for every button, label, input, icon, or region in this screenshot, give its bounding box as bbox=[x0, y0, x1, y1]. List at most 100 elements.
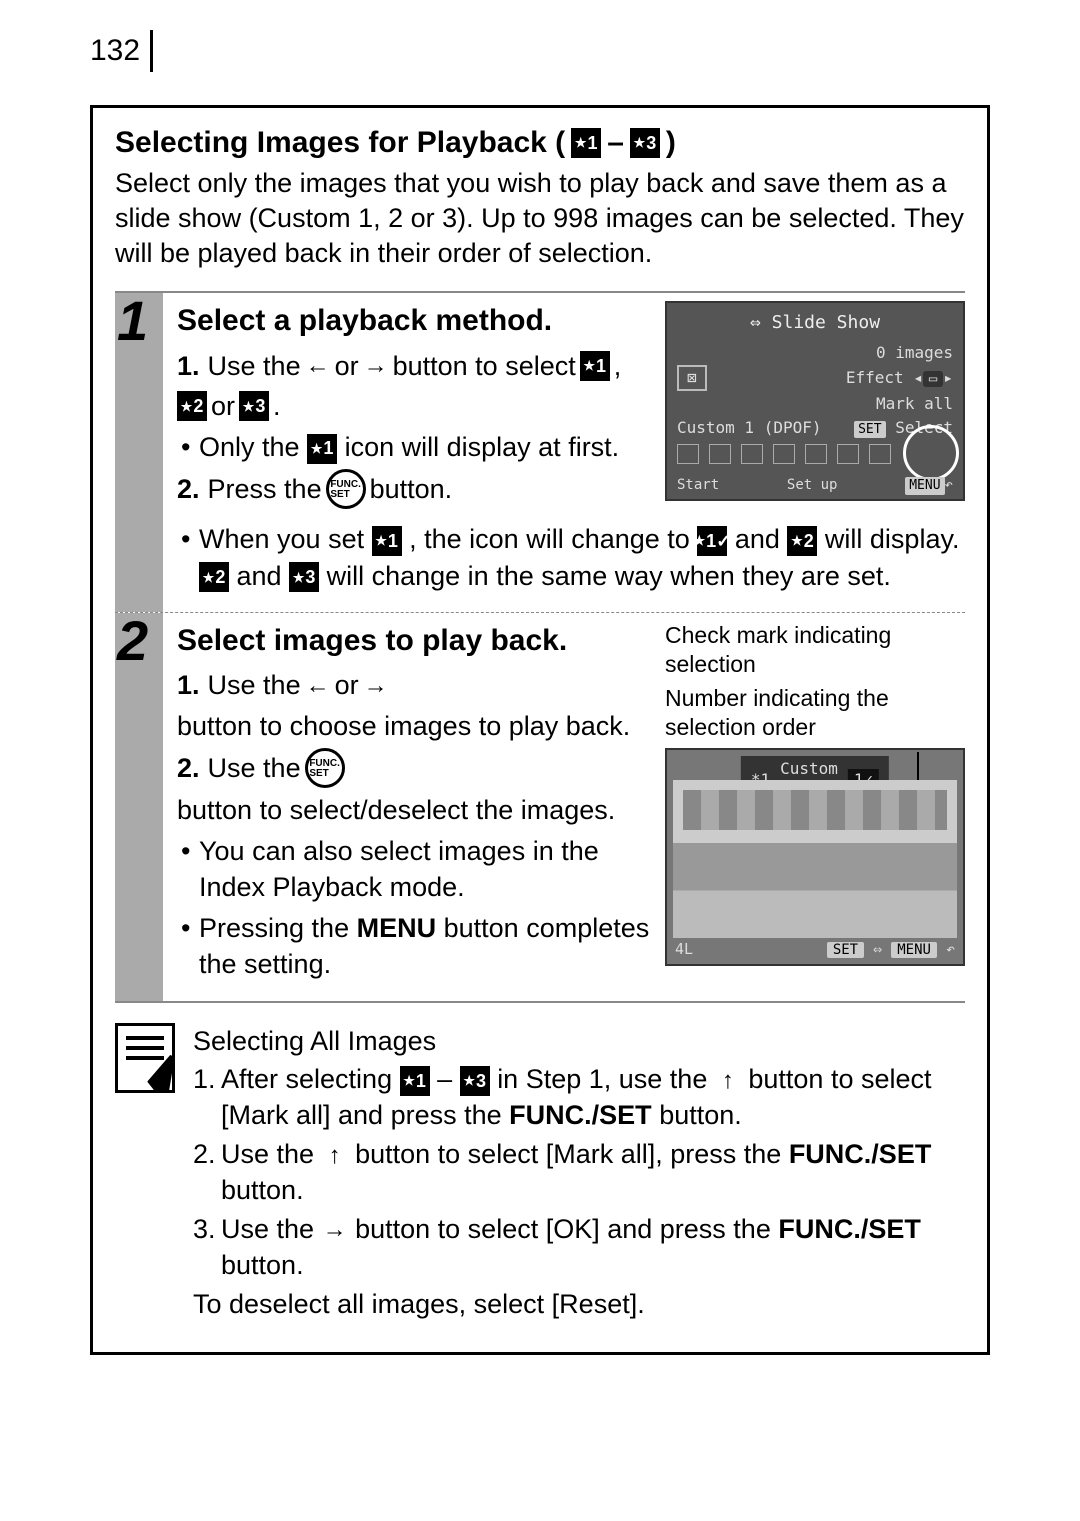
t: or bbox=[211, 388, 235, 424]
screen2-set: SET bbox=[827, 942, 864, 958]
step1-sub2: 2. Press the FUNC.SET button. bbox=[177, 469, 653, 509]
step1-bullet1: Only the 1 icon will display at first. bbox=[177, 429, 653, 465]
t: button to select bbox=[393, 348, 576, 384]
func-set-icon: FUNC.SET bbox=[305, 748, 345, 788]
note-item-2: 2. Use the ↑ button to select [Mark all]… bbox=[193, 1136, 965, 1209]
steps-container: 1 Select a playback method. 1. Use the ←… bbox=[115, 291, 965, 1002]
note-section: Selecting All Images 1. After selecting … bbox=[115, 1003, 965, 1323]
menu-label: MENU bbox=[357, 913, 437, 943]
right-arrow-icon: → bbox=[363, 673, 389, 699]
star1-icon: 1 bbox=[400, 1066, 430, 1096]
step2-sub2-num: 2. bbox=[177, 750, 200, 786]
screen1-title: ⇔ Slide Show bbox=[677, 311, 953, 335]
t: Use the bbox=[221, 1139, 314, 1169]
screen1-custom: Custom 1 (DPOF) bbox=[677, 417, 822, 439]
n: 2. bbox=[193, 1136, 216, 1172]
star3-icon: 3 bbox=[630, 128, 660, 158]
t: or bbox=[335, 667, 359, 703]
step-1-number: 1 bbox=[117, 293, 148, 349]
step1-sub1-num: 1. bbox=[177, 348, 200, 384]
t: and bbox=[735, 524, 780, 554]
star3-icon: 3 bbox=[239, 391, 269, 421]
heading-prefix: Selecting Images for Playback ( bbox=[115, 126, 565, 160]
func-set-icon: FUNC.SET bbox=[326, 469, 366, 509]
step-1-body: Select a playback method. 1. Use the ← o… bbox=[163, 293, 965, 612]
t: button to select [OK] and press the bbox=[355, 1214, 771, 1244]
step2-bullet2: Pressing the MENU button completes the s… bbox=[177, 910, 653, 983]
step-2: 2 Select images to play back. 1. Use the… bbox=[115, 612, 965, 1001]
t: will change in the same way when they ar… bbox=[327, 561, 891, 591]
star2-icon: 2 bbox=[199, 562, 229, 592]
step-2-title: Select images to play back. bbox=[177, 621, 653, 662]
step2-sub1: 1. Use the ← or → button to choose image… bbox=[177, 667, 653, 744]
number-caption: Number indicating the selection order bbox=[665, 684, 965, 742]
t: in Step 1, use the bbox=[497, 1064, 707, 1094]
note-body: Selecting All Images 1. After selecting … bbox=[193, 1023, 965, 1323]
step1-sub1: 1. Use the ← or → button to select 1 , 2… bbox=[177, 348, 653, 425]
note-item-1: 1. After selecting 1 – 3 in Step 1, use … bbox=[193, 1061, 965, 1134]
slide-show-screen: ⇔ Slide Show 0 images ⊠Effect ◂▭▸ Mark a… bbox=[665, 301, 965, 501]
right-arrow-icon: → bbox=[322, 1218, 348, 1244]
screen1-set-label: SET bbox=[854, 421, 885, 439]
highlight-circle-icon bbox=[903, 425, 959, 481]
up-arrow-icon: ↑ bbox=[322, 1143, 348, 1169]
funcset-label: FUNC./SET bbox=[778, 1214, 921, 1244]
left-arrow-icon: ← bbox=[305, 673, 331, 699]
page-number: 132 bbox=[90, 30, 153, 72]
t: Use the bbox=[208, 750, 301, 786]
t: – bbox=[437, 1064, 452, 1094]
star1-icon: 1 bbox=[571, 128, 601, 158]
heading-suffix: ) bbox=[666, 126, 676, 160]
t: , the icon will change to bbox=[409, 524, 690, 554]
star1-icon: 1 bbox=[307, 434, 337, 464]
t: button. bbox=[221, 1175, 304, 1205]
t: Use the bbox=[208, 667, 301, 703]
screen1-count: 0 images bbox=[876, 342, 953, 364]
step1-bullet2: When you set 1 , the icon will change to… bbox=[177, 521, 965, 594]
step2-bullet1: You can also select images in the Index … bbox=[177, 833, 653, 906]
screen1-markall: Mark all bbox=[876, 393, 953, 415]
screen1-menu-label: MENU bbox=[905, 477, 944, 495]
main-content-box: Selecting Images for Playback ( 1 – 3 ) … bbox=[90, 105, 990, 1355]
step2-sub2: 2. Use the FUNC.SET button to select/des… bbox=[177, 748, 653, 828]
note-title: Selecting All Images bbox=[193, 1023, 965, 1059]
t: and bbox=[237, 561, 282, 591]
star3-icon: 3 bbox=[289, 562, 319, 592]
n: 3. bbox=[193, 1211, 216, 1247]
t: Press the bbox=[208, 471, 322, 507]
t: , bbox=[614, 348, 622, 384]
t: After selecting bbox=[221, 1064, 392, 1094]
step1-sub2-num: 2. bbox=[177, 471, 200, 507]
step-1-title: Select a playback method. bbox=[177, 301, 653, 342]
step2-sub1-num: 1. bbox=[177, 667, 200, 703]
t: button to select/deselect the images. bbox=[177, 792, 615, 828]
beach-photo-placeholder bbox=[673, 780, 957, 938]
note-item-3: 3. Use the → button to select [OK] and p… bbox=[193, 1211, 965, 1284]
t: button. bbox=[370, 471, 453, 507]
up-arrow-icon: ↑ bbox=[715, 1068, 741, 1094]
checkmark-caption: Check mark indicating selection bbox=[665, 621, 965, 679]
star3-icon: 3 bbox=[460, 1066, 490, 1096]
note-memo-icon bbox=[115, 1023, 175, 1093]
note-tail: To deselect all images, select [Reset]. bbox=[193, 1289, 645, 1319]
t: button to choose images to play back. bbox=[177, 708, 630, 744]
t: When you set bbox=[199, 524, 364, 554]
star1-check-icon: 1✓ bbox=[697, 526, 727, 556]
t: button. bbox=[221, 1250, 304, 1280]
t: icon will display at first. bbox=[345, 432, 620, 462]
screen1-setup: Set up bbox=[787, 476, 838, 495]
t: Pressing the bbox=[199, 913, 349, 943]
screen1-start: Start bbox=[677, 476, 719, 495]
t: Use the bbox=[221, 1214, 314, 1244]
n: 1. bbox=[193, 1061, 216, 1097]
star2-icon: 2 bbox=[787, 526, 817, 556]
t: . bbox=[273, 388, 281, 424]
t: button. bbox=[659, 1100, 742, 1130]
screen1-effect: Effect bbox=[846, 368, 904, 387]
star2-icon: 2 bbox=[177, 391, 207, 421]
left-arrow-icon: ← bbox=[305, 353, 331, 379]
heading-dash: – bbox=[607, 126, 624, 160]
star1-icon: 1 bbox=[580, 351, 610, 381]
step-2-number: 2 bbox=[117, 613, 148, 669]
custom1-screen: *1 Custom 1 1✓ 4L SET ⇔ MENU ↶ bbox=[665, 748, 965, 966]
